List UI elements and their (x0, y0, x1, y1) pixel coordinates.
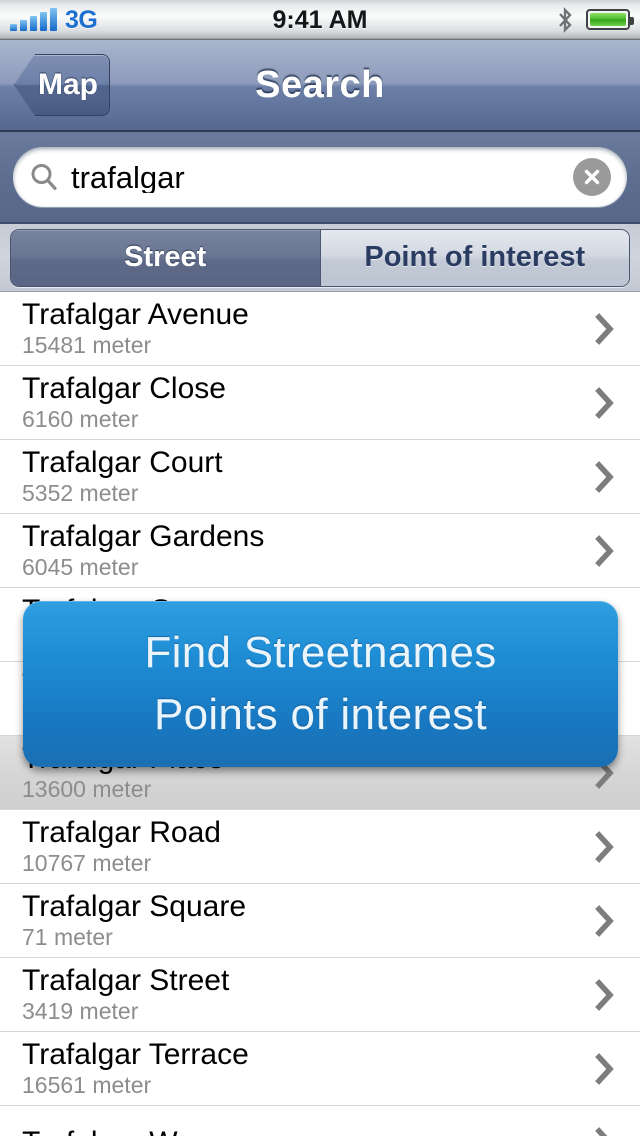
table-row[interactable]: Trafalgar Avenue 15481 meter (0, 292, 640, 366)
search-bar-container: trafalgar (0, 132, 640, 224)
row-distance: 6160 meter (22, 406, 139, 432)
row-distance: 5352 meter (22, 480, 139, 506)
table-row[interactable]: Trafalgar Street 3419 meter (0, 958, 640, 1032)
scope-bar: Street Point of interest (0, 224, 640, 292)
table-row[interactable]: Trafalgar Terrace 16561 meter (0, 1032, 640, 1106)
row-distance: 10767 meter (22, 850, 152, 876)
row-title: Trafalgar Avenue (22, 298, 249, 331)
chevron-right-icon (595, 904, 614, 937)
tab-street[interactable]: Street (11, 229, 320, 286)
iphone-screen: 3G 9:41 AM Map Search trafalgar Street P… (0, 0, 640, 1136)
battery-full-icon (586, 9, 634, 30)
tab-point-of-interest[interactable]: Point of interest (319, 229, 629, 286)
chevron-right-icon (595, 386, 614, 419)
close-icon (584, 169, 600, 185)
table-row[interactable]: Trafalgar Gardens 6045 meter (0, 514, 640, 588)
chevron-right-icon (595, 1052, 614, 1085)
row-distance: 16561 meter (22, 1072, 152, 1098)
chevron-right-icon (595, 460, 614, 493)
table-row[interactable]: Trafalgar Court 5352 meter (0, 440, 640, 514)
chevron-right-icon (595, 312, 614, 345)
chevron-right-icon (595, 534, 614, 567)
row-title: Trafalgar Court (22, 446, 223, 479)
table-row[interactable]: Trafalgar Road 10767 meter (0, 810, 640, 884)
row-distance: 3419 meter (22, 998, 139, 1024)
row-distance: 71 meter (22, 924, 113, 950)
row-title: Trafalgar Terrace (22, 1038, 249, 1071)
callout-line-1: Find Streetnames (144, 628, 497, 677)
row-title: Trafalgar Street (22, 964, 230, 997)
segmented-control: Street Point of interest (10, 228, 630, 287)
back-button-map[interactable]: Map (14, 54, 110, 116)
clear-icon[interactable] (573, 158, 611, 196)
status-bar-clock: 9:41 AM (272, 5, 368, 34)
row-title: Trafalgar Way (22, 1126, 592, 1136)
status-bar: 3G 9:41 AM (0, 0, 640, 40)
chevron-right-icon (595, 978, 614, 1011)
callout-line-2: Points of interest (153, 690, 488, 739)
row-title: Trafalgar Square (22, 890, 247, 923)
row-distance: 15481 meter (22, 332, 152, 358)
table-row[interactable]: Trafalgar Way (0, 1106, 640, 1136)
back-button-label: Map (38, 68, 98, 101)
table-row[interactable]: Trafalgar Square 71 meter (0, 884, 640, 958)
table-row[interactable]: Trafalgar Close 6160 meter (0, 366, 640, 440)
search-input-value: trafalgar (71, 161, 185, 193)
navigation-bar: Map Search (0, 40, 640, 132)
search-icon (31, 164, 57, 190)
row-title: Trafalgar Gardens (22, 520, 265, 553)
search-input[interactable]: trafalgar (13, 147, 627, 207)
chevron-right-icon (595, 830, 614, 863)
row-distance: 6045 meter (22, 554, 139, 580)
chevron-right-icon (595, 1126, 608, 1136)
row-title: Trafalgar Close (22, 372, 226, 405)
feature-callout: Find Streetnames Points of interest (23, 601, 618, 767)
row-title: Trafalgar Road (22, 816, 221, 849)
row-distance: 13600 meter (22, 776, 152, 802)
